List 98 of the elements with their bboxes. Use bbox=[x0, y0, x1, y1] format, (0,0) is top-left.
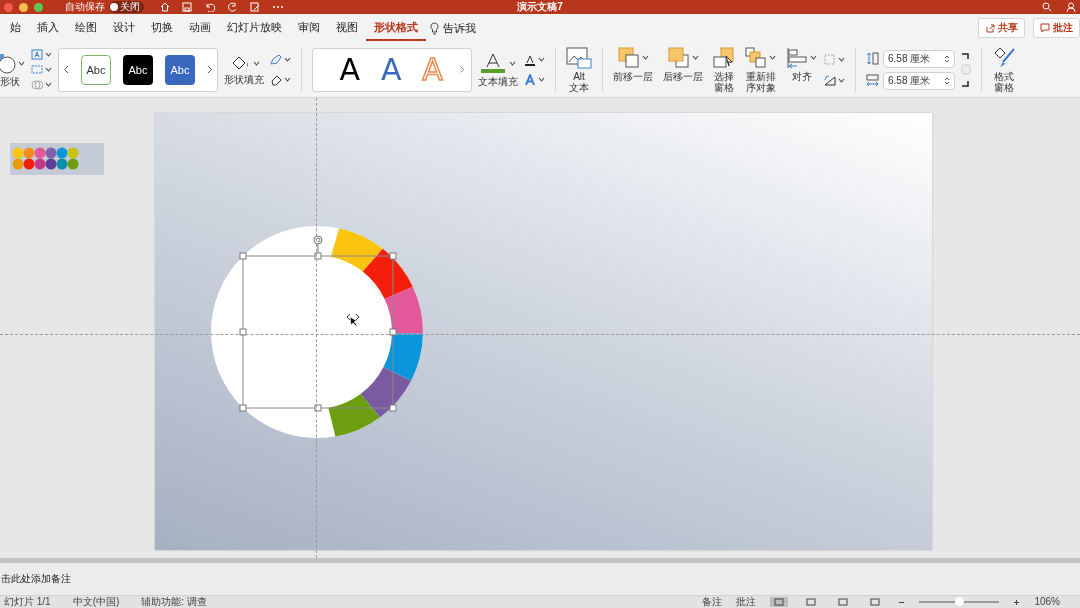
status-text: 中文(中国) bbox=[72, 596, 120, 608]
wordart-style[interactable]: A bbox=[336, 54, 364, 85]
caret-icon[interactable] bbox=[538, 57, 545, 62]
arrange-command-label[interactable]: 选择窗格 bbox=[714, 70, 734, 93]
caret-icon[interactable] bbox=[18, 60, 25, 66]
slide-thumbnail[interactable] bbox=[10, 143, 104, 175]
lock-aspect-icon[interactable] bbox=[961, 51, 971, 88]
caret-icon[interactable] bbox=[838, 77, 845, 83]
arrange-command-label[interactable]: 后移一层 bbox=[663, 70, 703, 82]
text-fill-label[interactable]: 文本填充 bbox=[478, 76, 518, 87]
ribbon-tab[interactable]: 幻灯片放映 bbox=[219, 15, 290, 41]
comments-toggle[interactable]: 批注 bbox=[736, 596, 757, 608]
home-icon[interactable] bbox=[160, 2, 170, 12]
move-cursor-icon bbox=[346, 313, 360, 327]
undo-icon[interactable] bbox=[204, 2, 216, 12]
text-box-icon[interactable] bbox=[31, 49, 43, 60]
caret-icon[interactable] bbox=[508, 60, 516, 66]
format-painter-icon[interactable] bbox=[992, 46, 1016, 69]
caret-icon[interactable] bbox=[641, 55, 649, 60]
reorder-objects-icon[interactable] bbox=[745, 46, 767, 69]
caret-icon[interactable] bbox=[810, 55, 817, 60]
notes-placeholder[interactable]: 击此处添加备注 bbox=[1, 572, 71, 586]
width-field[interactable]: 6.58 厘米 bbox=[883, 71, 955, 90]
caret-icon[interactable] bbox=[284, 57, 291, 62]
text-outline-icon[interactable] bbox=[524, 53, 536, 66]
ribbon-tab[interactable]: 切换 bbox=[143, 15, 181, 41]
comment-icon bbox=[1040, 23, 1050, 33]
view-button[interactable] bbox=[770, 597, 789, 607]
save-icon[interactable] bbox=[182, 2, 192, 12]
notes-toggle[interactable]: 备注 bbox=[702, 596, 723, 608]
ribbon-tab[interactable]: 插入 bbox=[29, 15, 67, 41]
arrange-command-label[interactable]: 对齐 bbox=[791, 70, 812, 82]
ribbon-tab[interactable]: 审阅 bbox=[290, 15, 328, 41]
arrange-command-label[interactable]: 前移一层 bbox=[613, 70, 653, 82]
caret-icon[interactable] bbox=[45, 82, 52, 87]
lightbulb-icon bbox=[430, 21, 439, 35]
caret-icon[interactable] bbox=[45, 52, 52, 57]
selection-pane-icon[interactable] bbox=[713, 46, 735, 69]
text-effects-icon[interactable] bbox=[524, 73, 536, 86]
autosave-label: 自动保存 bbox=[65, 0, 105, 14]
ribbon-tab[interactable]: 设计 bbox=[105, 15, 143, 41]
selection-frame[interactable] bbox=[239, 242, 397, 412]
format-pane-label[interactable]: 格式窗格 bbox=[994, 70, 1014, 93]
caret-icon[interactable] bbox=[284, 77, 291, 82]
search-icon[interactable] bbox=[1042, 2, 1052, 12]
caret-icon[interactable] bbox=[769, 55, 776, 60]
stepper-icon[interactable] bbox=[944, 75, 950, 86]
rotate-handle-icon[interactable] bbox=[313, 235, 323, 245]
redo-icon[interactable] bbox=[228, 2, 238, 12]
zoom-percentage[interactable]: 106% bbox=[1034, 596, 1060, 608]
view-icon bbox=[838, 598, 849, 606]
shapes-label: 形状 bbox=[0, 76, 20, 87]
wordart-style[interactable]: A bbox=[377, 54, 405, 85]
shape-style-swatch[interactable]: Abc bbox=[165, 54, 195, 85]
shape-style-swatch[interactable]: Abc bbox=[123, 54, 153, 85]
caret-icon[interactable] bbox=[691, 55, 699, 60]
text-fill-icon[interactable] bbox=[480, 52, 507, 74]
shape-style-swatch[interactable]: Abc bbox=[81, 54, 111, 85]
pen-icon[interactable] bbox=[270, 53, 282, 66]
caret-icon[interactable] bbox=[838, 56, 845, 62]
arrange-command-label[interactable]: 重新排序对象 bbox=[745, 70, 776, 93]
view-icon bbox=[870, 598, 881, 606]
account-icon[interactable] bbox=[1066, 2, 1076, 12]
caret-icon[interactable] bbox=[45, 67, 52, 72]
tell-me-field[interactable]: 告诉我 bbox=[443, 20, 476, 36]
eraser-icon[interactable] bbox=[270, 73, 282, 86]
align-icon[interactable] bbox=[786, 46, 808, 69]
shape-width-icon bbox=[866, 74, 879, 87]
status-text: 幻灯片 1/1 bbox=[4, 596, 51, 608]
status-text: 辅助功能: 调查 bbox=[141, 596, 207, 608]
view-icon bbox=[806, 598, 817, 606]
zoom-thumb[interactable] bbox=[955, 597, 965, 606]
shape-fill-label[interactable]: 形状填充 bbox=[224, 74, 264, 85]
slide-canvas[interactable] bbox=[155, 113, 932, 550]
caret-icon[interactable] bbox=[252, 60, 260, 66]
autosave-toggle[interactable]: 关闭 bbox=[109, 1, 144, 13]
ring-shape-drawing[interactable] bbox=[211, 226, 423, 438]
alt-text-label[interactable]: Alt 文本 bbox=[568, 70, 590, 93]
ribbon-tab[interactable]: 动画 bbox=[181, 15, 219, 41]
ribbon-tab[interactable]: 视图 bbox=[328, 15, 366, 41]
rotate-icon[interactable] bbox=[823, 73, 836, 87]
zoom-in-icon[interactable] bbox=[1013, 598, 1021, 606]
stepper-icon[interactable] bbox=[944, 53, 950, 64]
edit-icon[interactable] bbox=[250, 2, 260, 12]
view-icon bbox=[774, 598, 785, 606]
alt-text-icon[interactable] bbox=[566, 46, 592, 69]
bring-forward-icon[interactable] bbox=[617, 46, 640, 69]
shapes-icon[interactable] bbox=[0, 52, 16, 74]
height-field[interactable]: 6.58 厘米 bbox=[883, 49, 955, 68]
shape-height-icon bbox=[866, 52, 879, 65]
window-title: 演示文稿7 bbox=[517, 1, 563, 12]
color-dots-drawing bbox=[12, 146, 80, 170]
ribbon-tab[interactable]: 绘图 bbox=[67, 15, 105, 41]
caret-icon[interactable] bbox=[538, 77, 545, 82]
share-icon bbox=[985, 23, 995, 33]
share-button[interactable]: 共享 bbox=[978, 18, 1025, 38]
comments-button[interactable]: 批注 bbox=[1033, 18, 1080, 38]
ribbon-tab[interactable]: 始 bbox=[2, 15, 29, 41]
